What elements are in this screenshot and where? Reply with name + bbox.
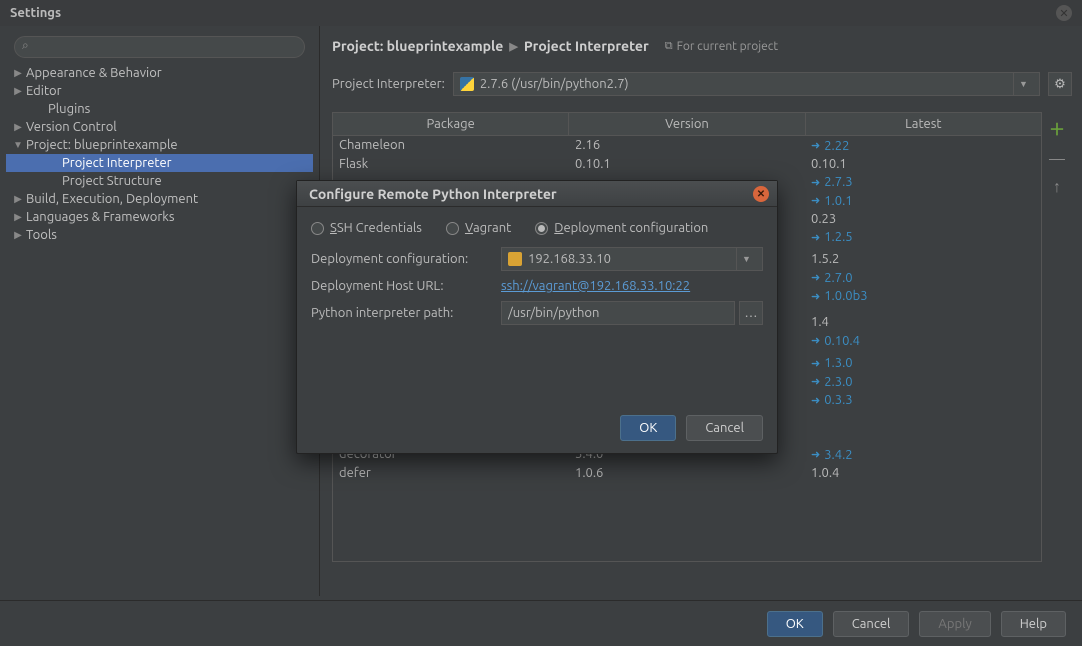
host-url-link[interactable]: ssh://vagrant@192.168.33.10:22 <box>501 279 690 293</box>
expand-icon: ▶ <box>12 121 24 133</box>
chevron-down-icon: ▼ <box>1013 72 1033 96</box>
sidebar-item[interactable]: Project Structure <box>6 172 313 190</box>
breadcrumb: Project: blueprintexample ▶ Project Inte… <box>332 38 1072 54</box>
sidebar-item-label: Tools <box>26 228 57 242</box>
for-project-badge: ⧉ For current project <box>665 40 778 53</box>
col-version[interactable]: Version <box>569 113 805 135</box>
update-arrow-icon: ➜ <box>811 448 820 461</box>
sidebar-item-label: Project Structure <box>62 174 162 188</box>
sidebar-item-label: Project: blueprintexample <box>26 138 178 152</box>
breadcrumb-project: Project: blueprintexample <box>332 38 503 54</box>
update-arrow-icon: ➜ <box>811 290 820 303</box>
update-arrow-icon: ➜ <box>811 139 820 152</box>
breadcrumb-page: Project Interpreter <box>524 38 649 54</box>
remove-package-button[interactable]: — <box>1049 150 1065 168</box>
table-row[interactable]: Flask0.10.10.10.1 <box>333 155 1041 173</box>
sidebar-item[interactable]: ▶Version Control <box>6 118 313 136</box>
radio-vagrant[interactable]: Vagrant <box>446 221 511 235</box>
ok-button[interactable]: OK <box>767 611 823 637</box>
dialog-titlebar: Configure Remote Python Interpreter ✕ <box>297 181 777 207</box>
sidebar-item[interactable]: Project Interpreter <box>6 154 313 172</box>
radio-ssh[interactable]: SSH Credentials <box>311 221 422 235</box>
sidebar-item[interactable]: ▼Project: blueprintexample <box>6 136 313 154</box>
sidebar-item-label: Project Interpreter <box>62 156 172 170</box>
gear-icon[interactable]: ⚙ <box>1048 72 1072 96</box>
update-arrow-icon: ➜ <box>811 394 820 407</box>
deploy-cfg-dropdown[interactable]: 192.168.33.10 ▼ <box>501 247 763 271</box>
radio-icon <box>311 222 324 235</box>
help-button[interactable]: Help <box>1001 611 1066 637</box>
radio-deployment[interactable]: Deployment configuration <box>535 221 708 235</box>
interpreter-path-label: Python interpreter path: <box>311 306 501 320</box>
dialog-cancel-button[interactable]: Cancel <box>686 415 763 441</box>
upgrade-package-button[interactable]: ↑ <box>1053 178 1061 197</box>
expand-icon: ▶ <box>12 67 24 79</box>
window-title: Settings <box>10 6 61 20</box>
apply-button[interactable]: Apply <box>919 611 990 637</box>
deploy-cfg-label: Deployment configuration: <box>311 252 501 266</box>
chevron-down-icon: ▼ <box>736 247 756 271</box>
python-icon <box>460 77 474 91</box>
search-icon: ⌕ <box>22 39 29 53</box>
sidebar-item-label: Languages & Frameworks <box>26 210 175 224</box>
host-url-label: Deployment Host URL: <box>311 279 501 293</box>
chevron-right-icon: ▶ <box>509 40 517 53</box>
sidebar-item[interactable]: ▶Appearance & Behavior <box>6 64 313 82</box>
radio-icon <box>446 222 459 235</box>
interpreter-path-input[interactable] <box>501 301 735 325</box>
update-arrow-icon: ➜ <box>811 334 820 347</box>
col-package[interactable]: Package <box>333 113 569 135</box>
sidebar-item[interactable]: ▶Tools <box>6 226 313 244</box>
interpreter-label: Project Interpreter: <box>332 77 445 91</box>
col-latest[interactable]: Latest <box>806 113 1041 135</box>
update-arrow-icon: ➜ <box>811 194 820 207</box>
sidebar-item-label: Build, Execution, Deployment <box>26 192 198 206</box>
update-arrow-icon: ➜ <box>811 176 820 189</box>
titlebar: Settings ✕ <box>0 0 1082 26</box>
dialog-ok-button[interactable]: OK <box>620 415 676 441</box>
sidebar-item-label: Version Control <box>26 120 117 134</box>
dialog-footer: OK Cancel Apply Help <box>0 600 1082 646</box>
server-icon <box>508 252 522 266</box>
expand-icon: ▶ <box>12 211 24 223</box>
update-arrow-icon: ➜ <box>811 357 820 370</box>
close-icon[interactable]: ✕ <box>1056 5 1072 21</box>
interpreter-dropdown[interactable]: 2.7.6 (/usr/bin/python2.7) ▼ <box>453 72 1040 96</box>
package-actions: ＋ — ↑ <box>1042 112 1072 562</box>
sidebar-item-label: Editor <box>26 84 62 98</box>
settings-tree: ▶Appearance & Behavior▶EditorPlugins▶Ver… <box>6 64 313 244</box>
expand-icon: ▶ <box>12 193 24 205</box>
add-package-button[interactable]: ＋ <box>1049 116 1065 140</box>
cancel-button[interactable]: Cancel <box>833 611 910 637</box>
copy-icon: ⧉ <box>665 40 673 53</box>
dialog-title: Configure Remote Python Interpreter <box>309 186 557 202</box>
close-icon[interactable]: ✕ <box>753 186 769 202</box>
table-row[interactable]: defer1.0.61.0.4 <box>333 464 1041 482</box>
sidebar-item[interactable]: Plugins <box>6 100 313 118</box>
expand-icon: ▶ <box>12 229 24 241</box>
update-arrow-icon: ➜ <box>811 271 820 284</box>
sidebar-item-label: Plugins <box>48 102 90 116</box>
expand-icon: ▶ <box>12 85 24 97</box>
search-input[interactable] <box>14 36 305 58</box>
sidebar-item-label: Appearance & Behavior <box>26 66 162 80</box>
update-arrow-icon: ➜ <box>811 231 820 244</box>
sidebar-item[interactable]: ▶Editor <box>6 82 313 100</box>
remote-interpreter-dialog: Configure Remote Python Interpreter ✕ SS… <box>296 180 778 454</box>
update-arrow-icon: ➜ <box>811 375 820 388</box>
sidebar-item[interactable]: ▶Languages & Frameworks <box>6 208 313 226</box>
sidebar-item[interactable]: ▶Build, Execution, Deployment <box>6 190 313 208</box>
expand-icon: ▼ <box>12 139 24 151</box>
table-row[interactable]: Chameleon2.16➜2.22 <box>333 136 1041 155</box>
sidebar: ⌕ ▶Appearance & Behavior▶EditorPlugins▶V… <box>0 26 320 596</box>
browse-button[interactable]: … <box>739 301 763 325</box>
radio-icon <box>535 222 548 235</box>
